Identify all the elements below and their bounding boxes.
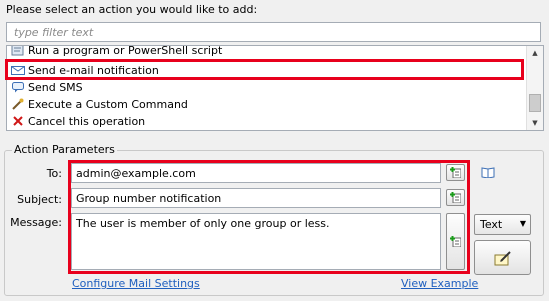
command-icon <box>11 98 25 110</box>
action-select-prompt: Please select an action you would like t… <box>6 3 258 16</box>
script-icon <box>11 46 25 56</box>
sms-icon <box>11 81 25 93</box>
edit-icon <box>494 251 511 266</box>
chevron-down-icon: ▼ <box>519 219 526 228</box>
action-list[interactable]: Run a program or PowerShell script Send … <box>6 45 544 131</box>
cancel-icon <box>11 115 25 127</box>
list-item-label: Send SMS <box>28 81 83 94</box>
address-book-icon[interactable] <box>481 167 495 179</box>
list-item-send-sms[interactable]: Send SMS <box>7 79 531 96</box>
configure-mail-settings-link[interactable]: Configure Mail Settings <box>72 277 200 290</box>
scroll-thumb[interactable] <box>529 94 541 112</box>
list-item-label: Run a program or PowerShell script <box>28 45 223 57</box>
format-select[interactable]: Text ▼ <box>474 214 531 235</box>
view-example-link[interactable]: View Example <box>401 277 478 290</box>
list-item-label: Cancel this operation <box>28 115 146 128</box>
list-item-custom-command[interactable]: Execute a Custom Command <box>7 96 531 113</box>
filter-input[interactable]: type filter text <box>6 22 541 42</box>
parameters-highlight <box>68 160 470 274</box>
selected-action-highlight <box>5 59 524 80</box>
message-label: Message: <box>10 216 62 229</box>
subject-label: Subject: <box>17 193 62 206</box>
list-scrollbar[interactable]: ▲ ▼ <box>526 46 543 130</box>
scroll-up-icon[interactable]: ▲ <box>527 46 543 60</box>
action-parameters-legend: Action Parameters <box>12 143 117 156</box>
to-label: To: <box>46 167 62 180</box>
format-select-value: Text <box>480 218 503 231</box>
list-item-run-program[interactable]: Run a program or PowerShell script <box>7 45 531 59</box>
edit-message-button[interactable] <box>474 240 531 275</box>
list-item-label: Execute a Custom Command <box>28 98 188 111</box>
scroll-down-icon[interactable]: ▼ <box>527 116 543 130</box>
list-item-cancel-operation[interactable]: Cancel this operation <box>7 113 531 130</box>
